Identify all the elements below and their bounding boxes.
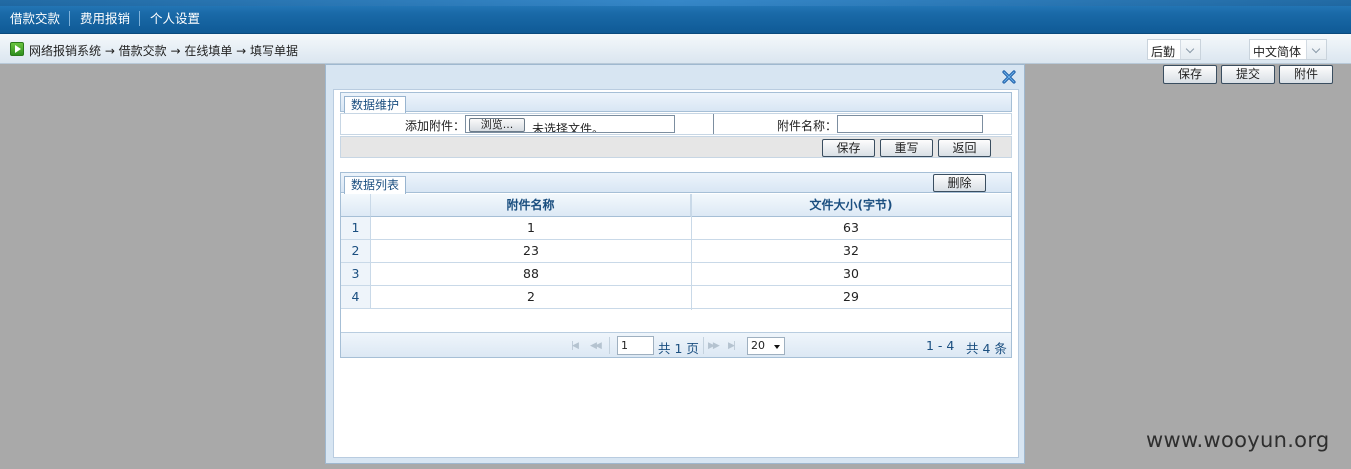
attachment-name-label: 附件名称： — [777, 119, 838, 133]
chevron-down-icon[interactable] — [1306, 40, 1326, 59]
rownum-header — [341, 194, 371, 217]
dialog-body: 数据维护 添加附件： 浏览... 未选择文件。 附件名称： 保存 重写 返回 数… — [333, 89, 1019, 458]
table-cell-size[interactable]: 63 — [691, 217, 1011, 240]
language-select-value: 中文简体 — [1253, 45, 1302, 59]
attachment-name-input[interactable] — [837, 115, 983, 133]
play-icon — [10, 42, 24, 56]
file-status: 未选择文件。 — [532, 122, 605, 133]
form-button-bar: 保存 重写 返回 — [340, 136, 1012, 158]
reset-button[interactable]: 重写 — [880, 139, 933, 157]
delete-button[interactable]: 删除 — [933, 174, 986, 192]
prev-page-icon[interactable]: ◀◀ — [590, 341, 602, 351]
role-select[interactable]: 后勤 — [1147, 39, 1201, 60]
top-nav: 借款交款 费用报销 个人设置 — [0, 0, 1351, 34]
column-header-size[interactable]: 文件大小(字节) — [691, 194, 1011, 217]
column-divider — [691, 194, 692, 310]
breadcrumb: 网络报销系统 → 借款交款 → 在线填单 → 填写单据 — [29, 44, 299, 58]
divider — [713, 114, 714, 134]
column-header-name[interactable]: 附件名称 — [371, 194, 691, 217]
attachment-dialog: 数据维护 添加附件： 浏览... 未选择文件。 附件名称： 保存 重写 返回 数… — [325, 64, 1025, 464]
pagination-bar: |◀ ◀◀ 1 共 1 页 ▶▶ ▶| 20 1 - 4 共 4 条 — [341, 332, 1011, 357]
pager-divider — [703, 337, 704, 354]
close-icon[interactable] — [1001, 69, 1017, 85]
record-range: 1 - 4 — [926, 338, 955, 353]
watermark-text: www.wooyun.org — [1146, 428, 1330, 452]
record-total: 共 4 条 — [966, 341, 1007, 356]
nav-item-reimbursement[interactable]: 费用报销 — [80, 11, 130, 27]
nav-divider — [139, 11, 140, 26]
nav-item-settings[interactable]: 个人设置 — [150, 11, 200, 27]
table-cell-name[interactable]: 2 — [371, 286, 691, 309]
nav-stripe — [0, 0, 1351, 6]
table-cell-size[interactable]: 29 — [691, 286, 1011, 309]
table-cell-name[interactable]: 88 — [371, 263, 691, 286]
total-pages: 共 1 页 — [658, 341, 699, 356]
chevron-down-icon[interactable] — [1180, 40, 1200, 59]
row-number: 4 — [341, 286, 371, 309]
next-page-icon[interactable]: ▶▶ — [708, 341, 720, 351]
language-select[interactable]: 中文简体 — [1249, 39, 1327, 60]
role-select-value: 后勤 — [1151, 45, 1176, 59]
table-cell-size[interactable]: 32 — [691, 240, 1011, 263]
tab-maintenance[interactable]: 数据维护 — [344, 96, 407, 114]
attachment-form-row: 添加附件： 浏览... 未选择文件。 附件名称： — [340, 113, 1012, 135]
attachment-button[interactable]: 附件 — [1279, 65, 1333, 84]
page-size-select[interactable]: 20 — [747, 337, 785, 355]
table-cell-size[interactable]: 30 — [691, 263, 1011, 286]
tab-data-list[interactable]: 数据列表 — [344, 176, 407, 194]
attachment-grid: 数据列表 删除 附件名称 文件大小(字节) 1 1 63 2 23 32 3 8… — [340, 172, 1012, 358]
dialog-save-button[interactable]: 保存 — [822, 139, 875, 157]
row-number: 1 — [341, 217, 371, 240]
row-number: 2 — [341, 240, 371, 263]
back-button[interactable]: 返回 — [938, 139, 991, 157]
table-cell-name[interactable]: 1 — [371, 217, 691, 240]
add-attachment-label: 添加附件： — [405, 119, 466, 133]
grid-header: 数据列表 删除 — [341, 173, 1011, 194]
pager-divider — [609, 337, 610, 354]
table-cell-name[interactable]: 23 — [371, 240, 691, 263]
browse-button[interactable]: 浏览... — [469, 118, 525, 132]
last-page-icon[interactable]: ▶| — [728, 341, 736, 351]
breadcrumb-bar: 网络报销系统 → 借款交款 → 在线填单 → 填写单据 后勤 中文简体 — [0, 34, 1351, 64]
file-input[interactable]: 浏览... 未选择文件。 — [465, 115, 675, 133]
nav-divider — [69, 11, 70, 26]
maintenance-panel-header: 数据维护 — [340, 92, 1012, 114]
first-page-icon[interactable]: |◀ — [571, 341, 579, 351]
save-button[interactable]: 保存 — [1163, 65, 1217, 84]
page-number-input[interactable]: 1 — [617, 336, 654, 355]
row-number: 3 — [341, 263, 371, 286]
submit-button[interactable]: 提交 — [1221, 65, 1275, 84]
nav-item-loans[interactable]: 借款交款 — [10, 11, 60, 27]
